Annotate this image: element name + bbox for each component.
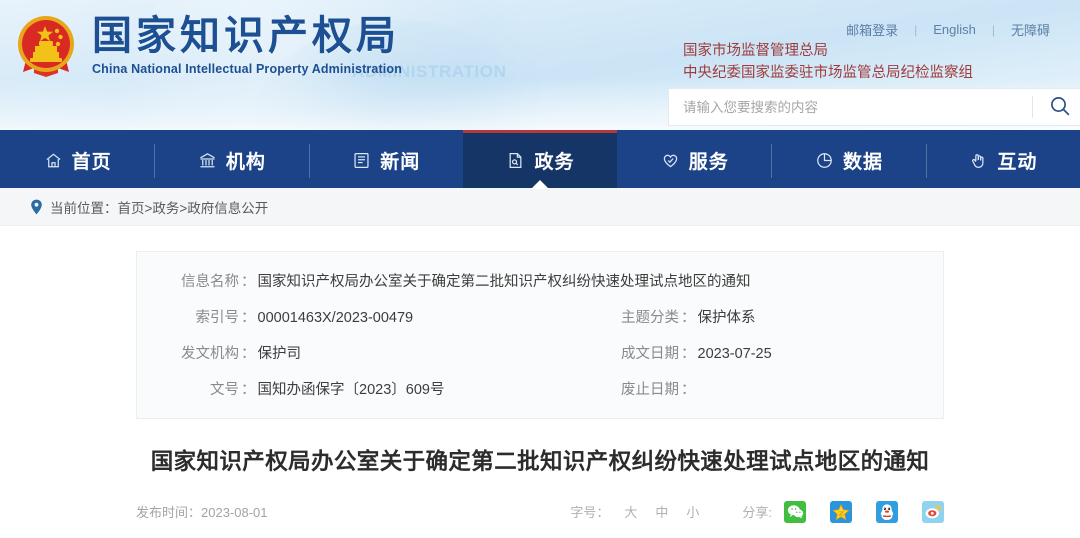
publish-time-value: 2023-08-01 — [201, 505, 268, 521]
metadata-colon: ： — [681, 310, 696, 326]
metadata-cell-index-number: 索引号 ： 00001463X/2023-00479 — [167, 300, 607, 336]
font-size-large[interactable]: 大 — [615, 502, 646, 521]
active-tab-arrow — [530, 180, 549, 189]
header-top-links: 邮箱登录 | English | 无障碍 — [830, 20, 1066, 39]
search-input[interactable] — [669, 89, 1032, 125]
org-line-2: 中央纪委国家监委驻市场监管总局纪检监察组 — [683, 65, 973, 82]
document-metadata-box: 信息名称 ： 国家知识产权局办公室关于确定第二批知识产权纠纷快速处理试点地区的通… — [136, 251, 944, 419]
nav-item-government-affairs[interactable]: 政务 — [462, 130, 618, 189]
nav-label-home: 首页 — [71, 152, 112, 173]
share-weibo-icon[interactable] — [922, 500, 944, 523]
metadata-key: 发文机构 — [181, 346, 239, 362]
heart-check-icon — [660, 150, 681, 171]
font-size-medium[interactable]: 中 — [646, 502, 677, 521]
font-size-selector: 字号： 大 中 小 — [570, 502, 708, 521]
metadata-row: 文号 ： 国知办函保字〔2023〕609号 废止日期 ： — [167, 372, 913, 408]
document-icon — [505, 150, 526, 171]
metadata-cell-issue-date: 成文日期 ： 2023-07-25 — [607, 336, 907, 372]
main-content: 信息名称 ： 国家知识产权局办公室关于确定第二批知识产权纠纷快速处理试点地区的通… — [0, 226, 1080, 533]
nav-item-interaction[interactable]: 互动 — [925, 133, 1080, 188]
share-qq-icon[interactable] — [876, 500, 898, 523]
search-icon — [1049, 95, 1071, 120]
site-brand[interactable]: 国家知识产权局 China National Intellectual Prop… — [14, 12, 402, 78]
metadata-value: 保护司 — [257, 346, 302, 362]
metadata-key: 索引号 — [195, 310, 240, 326]
metadata-colon: ： — [241, 310, 256, 326]
nav-item-data[interactable]: 数据 — [771, 133, 925, 188]
metadata-key: 信息名称 — [181, 274, 239, 290]
metadata-row: 发文机构 ： 保护司 成文日期 ： 2023-07-25 — [167, 336, 913, 372]
metadata-value: 00001463X/2023-00479 — [257, 310, 414, 326]
english-link[interactable]: English — [917, 22, 992, 37]
nav-label-institution: 机构 — [225, 152, 266, 173]
pie-chart-icon — [814, 150, 835, 171]
share-group: 分享: — [742, 500, 944, 523]
metadata-cell-document-number: 文号 ： 国知办函保字〔2023〕609号 — [167, 372, 607, 408]
metadata-colon: ： — [241, 346, 256, 362]
active-tab-top-bar — [462, 130, 618, 133]
metadata-cell-abolish-date: 废止日期 ： — [607, 372, 907, 408]
metadata-value: 2023-07-25 — [697, 346, 772, 362]
breadcrumb-prefix: 当前位置： — [50, 200, 118, 216]
breadcrumb: 当前位置： 首页>政务>政府信息公开 — [0, 188, 1080, 226]
metadata-colon: ： — [681, 346, 696, 362]
share-wechat-icon[interactable] — [784, 500, 806, 523]
national-emblem-icon — [14, 12, 78, 78]
publish-time-label: 发布时间： — [136, 505, 202, 521]
nav-label-government-affairs: 政务 — [534, 152, 575, 173]
nav-label-data: 数据 — [843, 152, 884, 173]
breadcrumb-path[interactable]: 首页>政务>政府信息公开 — [118, 197, 269, 217]
share-label: 分享: — [742, 505, 772, 521]
site-search[interactable] — [668, 88, 1080, 126]
main-navigation: 首页 机构 新闻 政务 服务 数据 互动 — [0, 130, 1080, 189]
nav-label-service: 服务 — [688, 152, 729, 173]
font-size-label: 字号： — [570, 505, 610, 521]
metadata-colon: ： — [681, 382, 696, 398]
metadata-value: 国家知识产权局办公室关于确定第二批知识产权纠纷快速处理试点地区的通知 — [257, 274, 751, 290]
publish-time: 发布时间：2023-08-01 — [136, 502, 268, 521]
news-icon — [351, 150, 372, 171]
metadata-cell-info-name: 信息名称 ： 国家知识产权局办公室关于确定第二批知识产权纠纷快速处理试点地区的通… — [167, 264, 913, 300]
document-toolbar: 发布时间：2023-08-01 字号： 大 中 小 分享: — [136, 500, 944, 533]
nav-item-home[interactable]: 首页 — [0, 133, 154, 188]
metadata-colon: ： — [241, 382, 256, 398]
metadata-cell-topic-category: 主题分类 ： 保护体系 — [607, 300, 907, 336]
brand-title-cn: 国家知识产权局 — [92, 14, 400, 59]
metadata-cell-issuing-body: 发文机构 ： 保护司 — [167, 336, 607, 372]
metadata-key: 主题分类 — [621, 310, 679, 326]
affiliated-org-names: 国家市场监督管理总局 中央纪委国家监委驻市场监管总局纪检监察组 — [683, 40, 973, 85]
metadata-value: 国知办函保字〔2023〕609号 — [257, 382, 445, 398]
home-icon — [43, 150, 64, 171]
hand-icon — [968, 150, 989, 171]
nav-label-interaction: 互动 — [997, 152, 1038, 173]
bank-icon — [197, 150, 218, 171]
nav-item-institution[interactable]: 机构 — [154, 133, 308, 188]
location-pin-icon — [30, 199, 43, 215]
site-header: ADMINISTRATION 国家知识产权局 China National In… — [0, 0, 1080, 130]
nav-label-news: 新闻 — [380, 152, 421, 173]
org-line-1: 国家市场监督管理总局 — [683, 43, 828, 59]
font-size-small[interactable]: 小 — [677, 502, 708, 521]
document-title: 国家知识产权局办公室关于确定第二批知识产权纠纷快速处理试点地区的通知 — [150, 449, 930, 474]
metadata-value: 保护体系 — [697, 310, 756, 326]
metadata-colon: ： — [241, 274, 256, 290]
brand-title-en: China National Intellectual Property Adm… — [92, 61, 403, 76]
metadata-key: 废止日期 — [621, 382, 679, 398]
mail-login-link[interactable]: 邮箱登录 — [830, 20, 914, 39]
metadata-row: 信息名称 ： 国家知识产权局办公室关于确定第二批知识产权纠纷快速处理试点地区的通… — [167, 264, 913, 300]
metadata-row: 索引号 ： 00001463X/2023-00479 主题分类 ： 保护体系 — [167, 300, 913, 336]
nav-item-service[interactable]: 服务 — [617, 133, 771, 188]
metadata-key: 成文日期 — [621, 346, 679, 362]
accessibility-link[interactable]: 无障碍 — [995, 20, 1066, 39]
search-button[interactable] — [1033, 89, 1080, 125]
share-qzone-icon[interactable] — [830, 500, 852, 523]
nav-item-news[interactable]: 新闻 — [308, 133, 463, 188]
metadata-key: 文号 — [210, 382, 239, 398]
